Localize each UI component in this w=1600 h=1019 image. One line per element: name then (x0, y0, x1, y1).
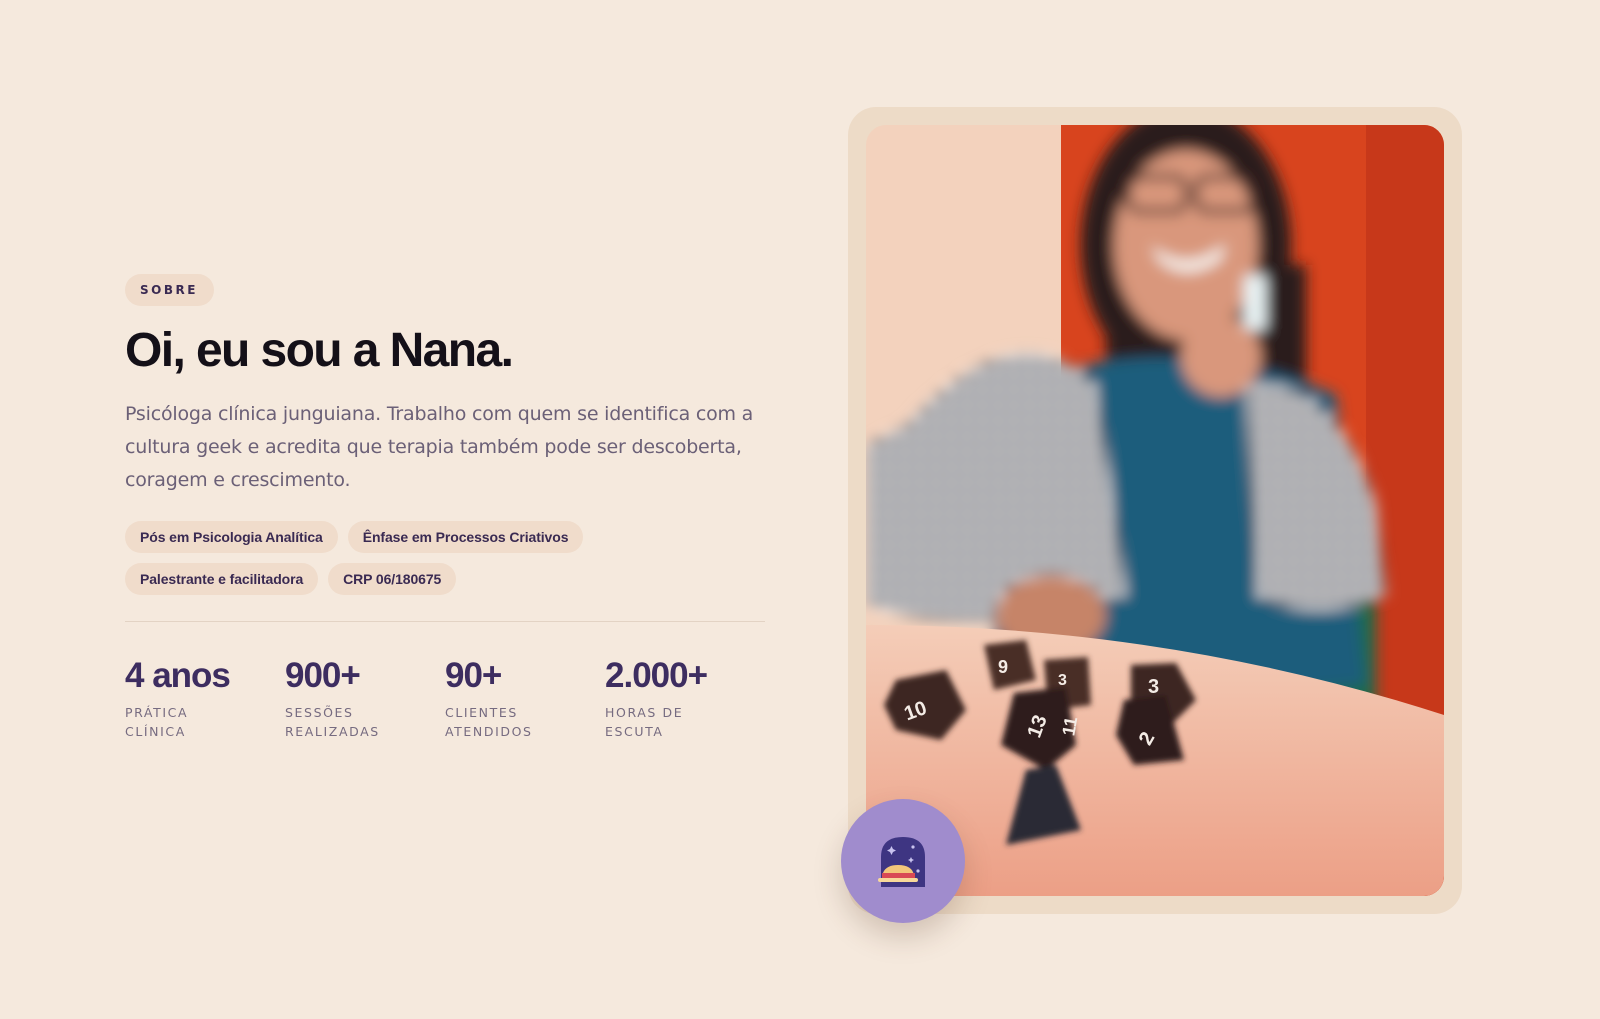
stat-value: 2.000+ (605, 656, 708, 696)
stat-sessions: 900+ SESSÕES REALIZADAS (285, 658, 445, 741)
mascot-badge (841, 799, 965, 923)
stat-label: CLIENTES ATENDIDOS (445, 705, 533, 740)
photo-frame: 10 9 3 13 11 3 2 (848, 107, 1462, 914)
section-eyebrow: SOBRE (125, 274, 214, 306)
svg-text:3: 3 (1058, 672, 1067, 689)
stat-value: 900+ (285, 656, 361, 696)
stat-label: HORAS DE ESCUTA (605, 705, 684, 740)
about-content: SOBRE Oi, eu sou a Nana. Psicóloga clíni… (125, 274, 765, 741)
about-section: SOBRE Oi, eu sou a Nana. Psicóloga clíni… (0, 0, 1600, 1019)
stat-clients: 90+ CLIENTES ATENDIDOS (445, 658, 605, 741)
stats-row: 4 anos PRÁTICA CLÍNICA 900+ SESSÕES REAL… (125, 658, 765, 741)
chip-speaker: Palestrante e facilitadora (125, 563, 319, 596)
svg-text:9: 9 (998, 657, 1008, 677)
credentials-chips: Pós em Psicologia Analítica Ênfase em Pr… (125, 521, 645, 596)
chip-crp: CRP 06/180675 (328, 563, 457, 596)
portrait-photo: 10 9 3 13 11 3 2 (866, 125, 1444, 896)
stat-practice: 4 anos PRÁTICA CLÍNICA (125, 658, 285, 741)
svg-text:3: 3 (1148, 676, 1159, 698)
stat-hours: 2.000+ HORAS DE ESCUTA (605, 658, 765, 741)
svg-text:11: 11 (1058, 715, 1081, 737)
stat-label: SESSÕES REALIZADAS (285, 705, 380, 740)
intro-paragraph: Psicóloga clínica junguiana. Trabalho co… (125, 403, 754, 492)
chip-postgrad: Pós em Psicologia Analítica (125, 521, 338, 554)
portrait-illustration: 10 9 3 13 11 3 2 (866, 125, 1444, 896)
stat-label: PRÁTICA CLÍNICA (125, 705, 189, 740)
page-title: Oi, eu sou a Nana. (125, 324, 514, 377)
mushroom-hat-icon (878, 837, 925, 887)
chip-emphasis: Ênfase em Processos Criativos (347, 521, 584, 554)
stat-value: 90+ (445, 656, 502, 696)
stat-value: 4 anos (125, 656, 231, 696)
divider (125, 621, 765, 623)
